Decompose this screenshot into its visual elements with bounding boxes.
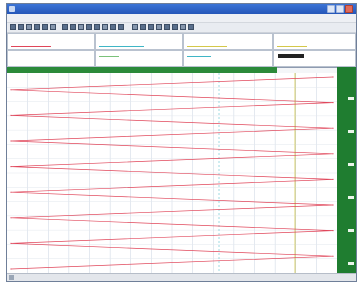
info-cell-3 — [183, 33, 273, 50]
toolbar-button-6[interactable] — [50, 24, 56, 30]
toolbar-button-3[interactable] — [26, 24, 32, 30]
toolbar-button-11[interactable] — [94, 24, 100, 30]
rail-tick — [348, 97, 354, 100]
trace-point — [332, 230, 334, 232]
trace-point — [10, 217, 12, 219]
toolbar-button-14[interactable] — [118, 24, 124, 30]
trace-point — [10, 166, 12, 168]
toolbar-button-15[interactable] — [132, 24, 138, 30]
trace-point — [10, 114, 12, 116]
toolbar-button-1[interactable] — [10, 24, 16, 30]
info-cell-5 — [7, 50, 95, 67]
info-cell-6-swatch — [99, 56, 119, 57]
status-icon — [9, 275, 14, 280]
close-button[interactable] — [345, 5, 353, 13]
trace-point — [332, 76, 334, 78]
info-cell-1 — [7, 33, 95, 50]
title-bar — [7, 4, 356, 14]
trace-point — [332, 204, 334, 206]
info-cell-2 — [95, 33, 183, 50]
toolbar-button-2[interactable] — [18, 24, 24, 30]
trace-point — [332, 153, 334, 155]
rail-tick — [348, 196, 354, 199]
menu-bar — [7, 14, 356, 23]
status-bar — [7, 273, 356, 281]
trace-point — [10, 191, 12, 193]
trace-point — [332, 255, 334, 257]
maximize-button[interactable] — [336, 5, 344, 13]
toolbar — [7, 23, 356, 33]
toolbar-button-8[interactable] — [70, 24, 76, 30]
toolbar-button-9[interactable] — [78, 24, 84, 30]
toolbar-button-19[interactable] — [164, 24, 170, 30]
info-cell-6 — [95, 50, 183, 67]
trace-point — [10, 242, 12, 244]
trace-point — [332, 127, 334, 129]
info-cell-8 — [273, 50, 356, 67]
trace-point — [332, 102, 334, 104]
toolbar-button-4[interactable] — [34, 24, 40, 30]
info-cell-2-swatch — [99, 46, 144, 47]
info-cell-1-swatch — [11, 46, 51, 47]
minimize-button[interactable] — [327, 5, 335, 13]
app-window — [6, 3, 357, 282]
rail-tick — [348, 163, 354, 166]
info-cell-8-marker — [278, 54, 304, 58]
toolbar-button-17[interactable] — [148, 24, 154, 30]
toolbar-button-12[interactable] — [102, 24, 108, 30]
trace-point — [10, 268, 12, 270]
info-cell-4 — [273, 33, 356, 50]
info-cell-7-swatch — [187, 56, 211, 57]
toolbar-button-22[interactable] — [188, 24, 194, 30]
right-rail[interactable] — [337, 67, 356, 273]
rail-tick — [348, 262, 354, 265]
info-cell-4-swatch — [277, 46, 307, 47]
chart-area[interactable] — [7, 73, 337, 273]
trace-point — [10, 89, 12, 91]
trace-point — [332, 178, 334, 180]
toolbar-button-7[interactable] — [62, 24, 68, 30]
toolbar-button-20[interactable] — [172, 24, 178, 30]
toolbar-button-10[interactable] — [86, 24, 92, 30]
rail-tick — [348, 130, 354, 133]
toolbar-button-13[interactable] — [110, 24, 116, 30]
info-cell-3-swatch — [187, 46, 227, 47]
toolbar-button-16[interactable] — [140, 24, 146, 30]
info-panel — [7, 33, 356, 68]
rail-tick — [348, 229, 354, 232]
trace-point — [10, 140, 12, 142]
toolbar-button-5[interactable] — [42, 24, 48, 30]
toolbar-button-21[interactable] — [180, 24, 186, 30]
app-icon — [9, 6, 15, 12]
toolbar-button-18[interactable] — [156, 24, 162, 30]
info-cell-7 — [183, 50, 273, 67]
